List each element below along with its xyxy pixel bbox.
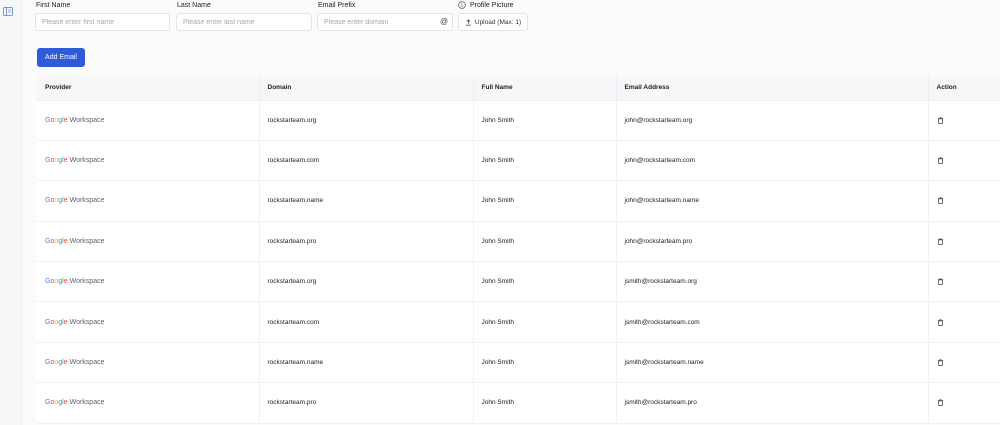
trash-icon[interactable] xyxy=(937,399,944,407)
table-row: Google Workspace rockstarteam.pro John S… xyxy=(37,382,1000,424)
email-prefix-input[interactable] xyxy=(317,13,453,31)
first-name-label: First Name xyxy=(36,2,71,9)
email-address-cell: jsmith@rockstarteam.name xyxy=(616,342,929,384)
info-icon[interactable] xyxy=(458,1,466,9)
trash-icon[interactable] xyxy=(937,278,944,286)
provider-suffix: Workspace xyxy=(69,399,105,407)
domain-cell: rockstarteam.com xyxy=(259,140,474,182)
action-cell xyxy=(928,100,1000,141)
header-action: Action xyxy=(928,76,1000,101)
header-full-name: Full Name xyxy=(473,76,617,101)
google-workspace-logo: Google Workspace xyxy=(45,399,105,407)
table-row: Google Workspace rockstarteam.org John S… xyxy=(37,261,1000,303)
domain-cell: rockstarteam.name xyxy=(259,342,474,384)
action-cell xyxy=(928,342,1000,384)
trash-icon[interactable] xyxy=(937,359,944,366)
provider-suffix: Workspace xyxy=(69,318,105,326)
table-row: Google Workspace rockstarteam.org John S… xyxy=(37,100,1000,141)
email-address-cell: john@rockstarteam.com xyxy=(616,140,929,182)
table-row: Google Workspace rockstarteam.com John S… xyxy=(37,301,1000,343)
email-prefix-label: Email Prefix xyxy=(318,2,356,9)
full-name-cell: John Smith xyxy=(473,382,617,424)
upload-button[interactable]: Upload (Max: 1) xyxy=(458,13,528,31)
left-rail xyxy=(0,0,22,425)
google-workspace-logo: Google Workspace xyxy=(45,157,105,165)
header-email-address: Email Address xyxy=(616,76,929,101)
action-cell xyxy=(928,261,1000,303)
trash-icon[interactable] xyxy=(937,318,944,326)
email-table-container: Provider Domain Full Name Email Address … xyxy=(37,76,1000,424)
header-domain: Domain xyxy=(259,76,474,101)
provider-suffix: Workspace xyxy=(69,237,105,245)
table-body: Google Workspace rockstarteam.org John S… xyxy=(37,100,1000,424)
provider-cell: Google Workspace xyxy=(37,221,260,263)
action-cell xyxy=(928,301,1000,343)
provider-cell: Google Workspace xyxy=(37,180,260,222)
domain-cell: rockstarteam.org xyxy=(259,261,474,303)
provider-cell: Google Workspace xyxy=(37,140,260,182)
full-name-cell: John Smith xyxy=(473,261,617,303)
provider-suffix: Workspace xyxy=(69,157,105,165)
last-name-input[interactable] xyxy=(176,13,312,31)
provider-cell: Google Workspace xyxy=(37,342,260,384)
provider-suffix: Workspace xyxy=(69,197,105,205)
header-provider: Provider xyxy=(37,76,260,101)
provider-suffix: Workspace xyxy=(69,359,105,367)
full-name-cell: John Smith xyxy=(473,221,617,263)
first-name-input[interactable] xyxy=(35,13,170,31)
action-cell xyxy=(928,140,1000,182)
trash-icon[interactable] xyxy=(937,238,944,245)
table-header-row: Provider Domain Full Name Email Address … xyxy=(37,76,1000,101)
table-row: Google Workspace rockstarteam.com John S… xyxy=(37,140,1000,182)
table-row: Google Workspace rockstarteam.pro John S… xyxy=(37,221,1000,263)
full-name-cell: John Smith xyxy=(473,140,617,182)
upload-icon xyxy=(465,18,471,25)
provider-cell: Google Workspace xyxy=(37,382,260,424)
action-cell xyxy=(928,221,1000,263)
trash-icon[interactable] xyxy=(937,157,944,164)
provider-suffix: Workspace xyxy=(69,116,105,124)
table-row: Google Workspace rockstarteam.name John … xyxy=(37,180,1000,222)
full-name-cell: John Smith xyxy=(473,342,617,384)
email-table: Provider Domain Full Name Email Address … xyxy=(37,76,1000,424)
google-workspace-logo: Google Workspace xyxy=(45,278,105,286)
full-name-cell: John Smith xyxy=(473,180,617,222)
email-address-cell: jsmith@rockstarteam.pro xyxy=(616,382,929,424)
email-address-cell: jsmith@rockstarteam.com xyxy=(616,301,929,343)
action-cell xyxy=(928,180,1000,222)
domain-cell: rockstarteam.pro xyxy=(259,221,474,263)
full-name-cell: John Smith xyxy=(473,100,617,141)
trash-icon[interactable] xyxy=(937,197,944,205)
provider-cell: Google Workspace xyxy=(37,100,260,141)
google-workspace-logo: Google Workspace xyxy=(45,318,105,326)
sidebar-toggle-icon[interactable] xyxy=(3,7,13,16)
domain-cell: rockstarteam.com xyxy=(259,301,474,343)
upload-button-label: Upload (Max: 1) xyxy=(474,18,522,26)
google-workspace-logo: Google Workspace xyxy=(45,197,105,205)
table-row: Google Workspace rockstarteam.name John … xyxy=(37,342,1000,384)
google-workspace-logo: Google Workspace xyxy=(45,116,105,124)
at-symbol: @ xyxy=(440,17,449,26)
add-email-button[interactable]: Add Email xyxy=(37,48,85,67)
email-address-cell: john@rockstarteam.name xyxy=(616,180,929,222)
google-workspace-logo: Google Workspace xyxy=(45,359,105,367)
email-address-cell: jsmith@rockstarteam.org xyxy=(616,261,929,303)
google-workspace-logo: Google Workspace xyxy=(45,237,105,245)
email-address-cell: john@rockstarteam.pro xyxy=(616,221,929,263)
trash-icon[interactable] xyxy=(937,117,944,124)
action-cell xyxy=(928,382,1000,424)
email-address-cell: john@rockstarteam.org xyxy=(616,100,929,141)
provider-suffix: Workspace xyxy=(69,278,105,286)
provider-cell: Google Workspace xyxy=(37,261,260,303)
domain-cell: rockstarteam.pro xyxy=(259,382,474,424)
domain-cell: rockstarteam.name xyxy=(259,180,474,222)
provider-cell: Google Workspace xyxy=(37,301,260,343)
last-name-label: Last Name xyxy=(177,2,211,9)
domain-cell: rockstarteam.org xyxy=(259,100,474,141)
profile-picture-label: Profile Picture xyxy=(470,2,514,9)
full-name-cell: John Smith xyxy=(473,301,617,343)
